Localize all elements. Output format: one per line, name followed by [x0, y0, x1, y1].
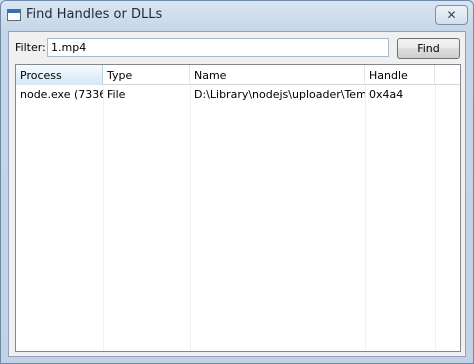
sort-ascending-icon: ˄ — [54, 65, 59, 70]
dialog-body: Filter: Find Process ˄ Type Name Handle — [8, 31, 466, 357]
list-header: Process ˄ Type Name Handle — [16, 65, 460, 85]
column-header-process[interactable]: Process ˄ — [16, 65, 103, 85]
filter-input[interactable] — [47, 38, 389, 57]
column-header-label: Handle — [369, 69, 408, 82]
close-icon: ✕ — [446, 8, 457, 22]
table-row[interactable]: node.exe (7336) File D:\Library\nodejs\u… — [16, 86, 460, 103]
title-bar[interactable]: Find Handles or DLLs ✕ — [1, 1, 473, 31]
column-header-label: Name — [194, 69, 227, 82]
results-list[interactable]: Process ˄ Type Name Handle node.exe (733… — [15, 64, 461, 352]
close-button[interactable]: ✕ — [435, 5, 468, 25]
find-button[interactable]: Find — [397, 38, 460, 59]
cell-type: File — [107, 88, 126, 101]
window-title: Find Handles or DLLs — [26, 7, 163, 22]
column-header-type[interactable]: Type — [103, 65, 190, 85]
column-header-handle[interactable]: Handle — [365, 65, 435, 85]
column-header-label: Type — [107, 69, 133, 82]
column-divider — [103, 85, 104, 351]
find-handles-window: Find Handles or DLLs ✕ Filter: Find Proc… — [0, 0, 474, 364]
filter-label: Filter: — [15, 41, 46, 54]
cell-process: node.exe (7336) — [20, 88, 103, 101]
app-window-icon — [7, 9, 21, 21]
column-divider — [190, 85, 191, 351]
cell-name: D:\Library\nodejs\uploader\Temp\1.... — [194, 88, 365, 101]
column-header-name[interactable]: Name — [190, 65, 365, 85]
column-divider — [435, 85, 436, 351]
column-header-filler — [435, 65, 460, 85]
cell-handle: 0x4a4 — [369, 88, 404, 101]
column-divider — [365, 85, 366, 351]
